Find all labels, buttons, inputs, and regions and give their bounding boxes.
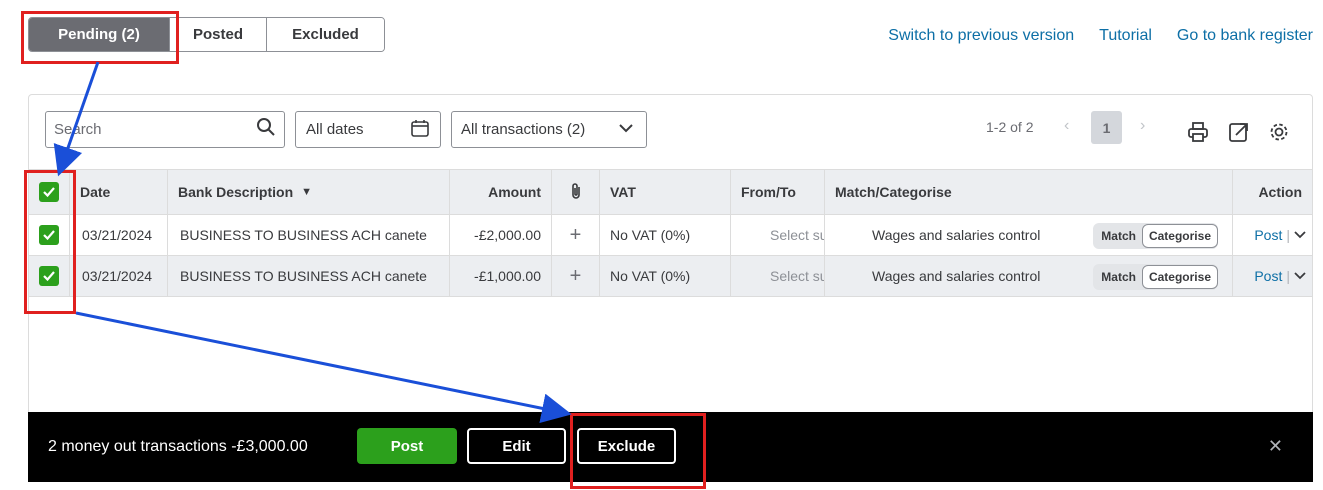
match-categorise-toggle: Match Categorise	[1093, 223, 1218, 249]
categorise-button[interactable]: Categorise	[1141, 224, 1218, 248]
tutorial-link[interactable]: Tutorial	[1099, 27, 1152, 45]
table-row[interactable]: 03/21/2024 BUSINESS TO BUSINESS ACH cane…	[29, 256, 1312, 297]
plus-icon[interactable]: +	[552, 256, 600, 296]
row-match-cell: Wages and salaries control Match Categor…	[825, 215, 1233, 255]
selection-summary: 2 money out transactions -£3,000.00	[48, 438, 308, 455]
categorise-button[interactable]: Categorise	[1141, 265, 1218, 289]
gear-icon[interactable]	[1268, 121, 1290, 143]
paperclip-icon	[570, 182, 582, 203]
header-description[interactable]: Bank Description ▼	[168, 170, 450, 214]
row-from-to-select[interactable]: Select su	[731, 256, 825, 296]
row-category[interactable]: Wages and salaries control	[872, 268, 1040, 284]
header-action: Action	[1258, 184, 1302, 200]
row-amount: -£2,000.00	[450, 215, 552, 255]
row-action-cell: Post |	[1233, 215, 1312, 255]
date-filter-label: All dates	[306, 121, 364, 138]
export-icon[interactable]	[1228, 121, 1250, 143]
header-match: Match/Categorise	[825, 170, 1233, 214]
table-header: Date Bank Description ▼ Amount VAT From/…	[29, 169, 1312, 215]
match-button[interactable]: Match	[1093, 229, 1142, 243]
highlight-checkboxes	[24, 170, 76, 314]
batch-post-button[interactable]: Post	[357, 428, 457, 464]
row-description: BUSINESS TO BUSINESS ACH canete	[168, 215, 450, 255]
search-field[interactable]	[45, 111, 285, 148]
plus-icon[interactable]: +	[552, 215, 600, 255]
header-from-to: From/To	[731, 170, 825, 214]
batch-edit-button[interactable]: Edit	[467, 428, 566, 464]
highlight-pending-tab	[21, 11, 179, 64]
chevron-right-icon[interactable]: ›	[1140, 117, 1145, 135]
row-category[interactable]: Wages and salaries control	[872, 227, 1040, 243]
transaction-filter-label: All transactions (2)	[461, 121, 586, 138]
action-divider: |	[1286, 268, 1290, 284]
row-amount: -£1,000.00	[450, 256, 552, 296]
switch-version-link[interactable]: Switch to previous version	[888, 27, 1074, 45]
match-categorise-toggle: Match Categorise	[1093, 264, 1218, 290]
row-action-cell: Post |	[1233, 256, 1312, 296]
search-input[interactable]	[54, 121, 256, 138]
print-icon[interactable]	[1187, 121, 1209, 143]
close-icon[interactable]: ✕	[1268, 436, 1283, 457]
header-description-label: Bank Description	[178, 184, 294, 200]
header-attachment	[552, 170, 600, 214]
page-number[interactable]: 1	[1091, 111, 1122, 144]
chevron-down-icon	[618, 120, 634, 140]
row-date: 03/21/2024	[70, 215, 168, 255]
row-match-cell: Wages and salaries control Match Categor…	[825, 256, 1233, 296]
bank-register-link[interactable]: Go to bank register	[1177, 27, 1313, 45]
table-row[interactable]: 03/21/2024 BUSINESS TO BUSINESS ACH cane…	[29, 215, 1312, 256]
pagination-info: 1-2 of 2	[986, 119, 1034, 135]
row-post-link[interactable]: Post	[1254, 268, 1282, 284]
header-vat: VAT	[600, 170, 731, 214]
row-vat[interactable]: No VAT (0%)	[600, 256, 731, 296]
row-post-link[interactable]: Post	[1254, 227, 1282, 243]
row-description: BUSINESS TO BUSINESS ACH canete	[168, 256, 450, 296]
tab-excluded[interactable]: Excluded	[266, 18, 384, 51]
match-button[interactable]: Match	[1093, 270, 1142, 284]
chevron-down-icon[interactable]	[1294, 268, 1306, 284]
chevron-left-icon[interactable]: ‹	[1064, 117, 1069, 135]
header-amount[interactable]: Amount	[450, 170, 552, 214]
calendar-icon	[410, 118, 430, 142]
action-divider: |	[1286, 227, 1290, 243]
header-date[interactable]: Date	[70, 170, 168, 214]
row-vat[interactable]: No VAT (0%)	[600, 215, 731, 255]
row-date: 03/21/2024	[70, 256, 168, 296]
date-filter[interactable]: All dates	[295, 111, 441, 148]
row-from-to-select[interactable]: Select su	[731, 215, 825, 255]
top-links: Switch to previous version Tutorial Go t…	[888, 27, 1313, 45]
highlight-exclude-button	[570, 413, 706, 489]
chevron-down-icon[interactable]	[1294, 227, 1306, 243]
transaction-filter[interactable]: All transactions (2)	[451, 111, 647, 148]
tab-posted[interactable]: Posted	[169, 18, 266, 51]
search-icon[interactable]	[256, 117, 276, 142]
sort-down-icon: ▼	[301, 186, 313, 198]
